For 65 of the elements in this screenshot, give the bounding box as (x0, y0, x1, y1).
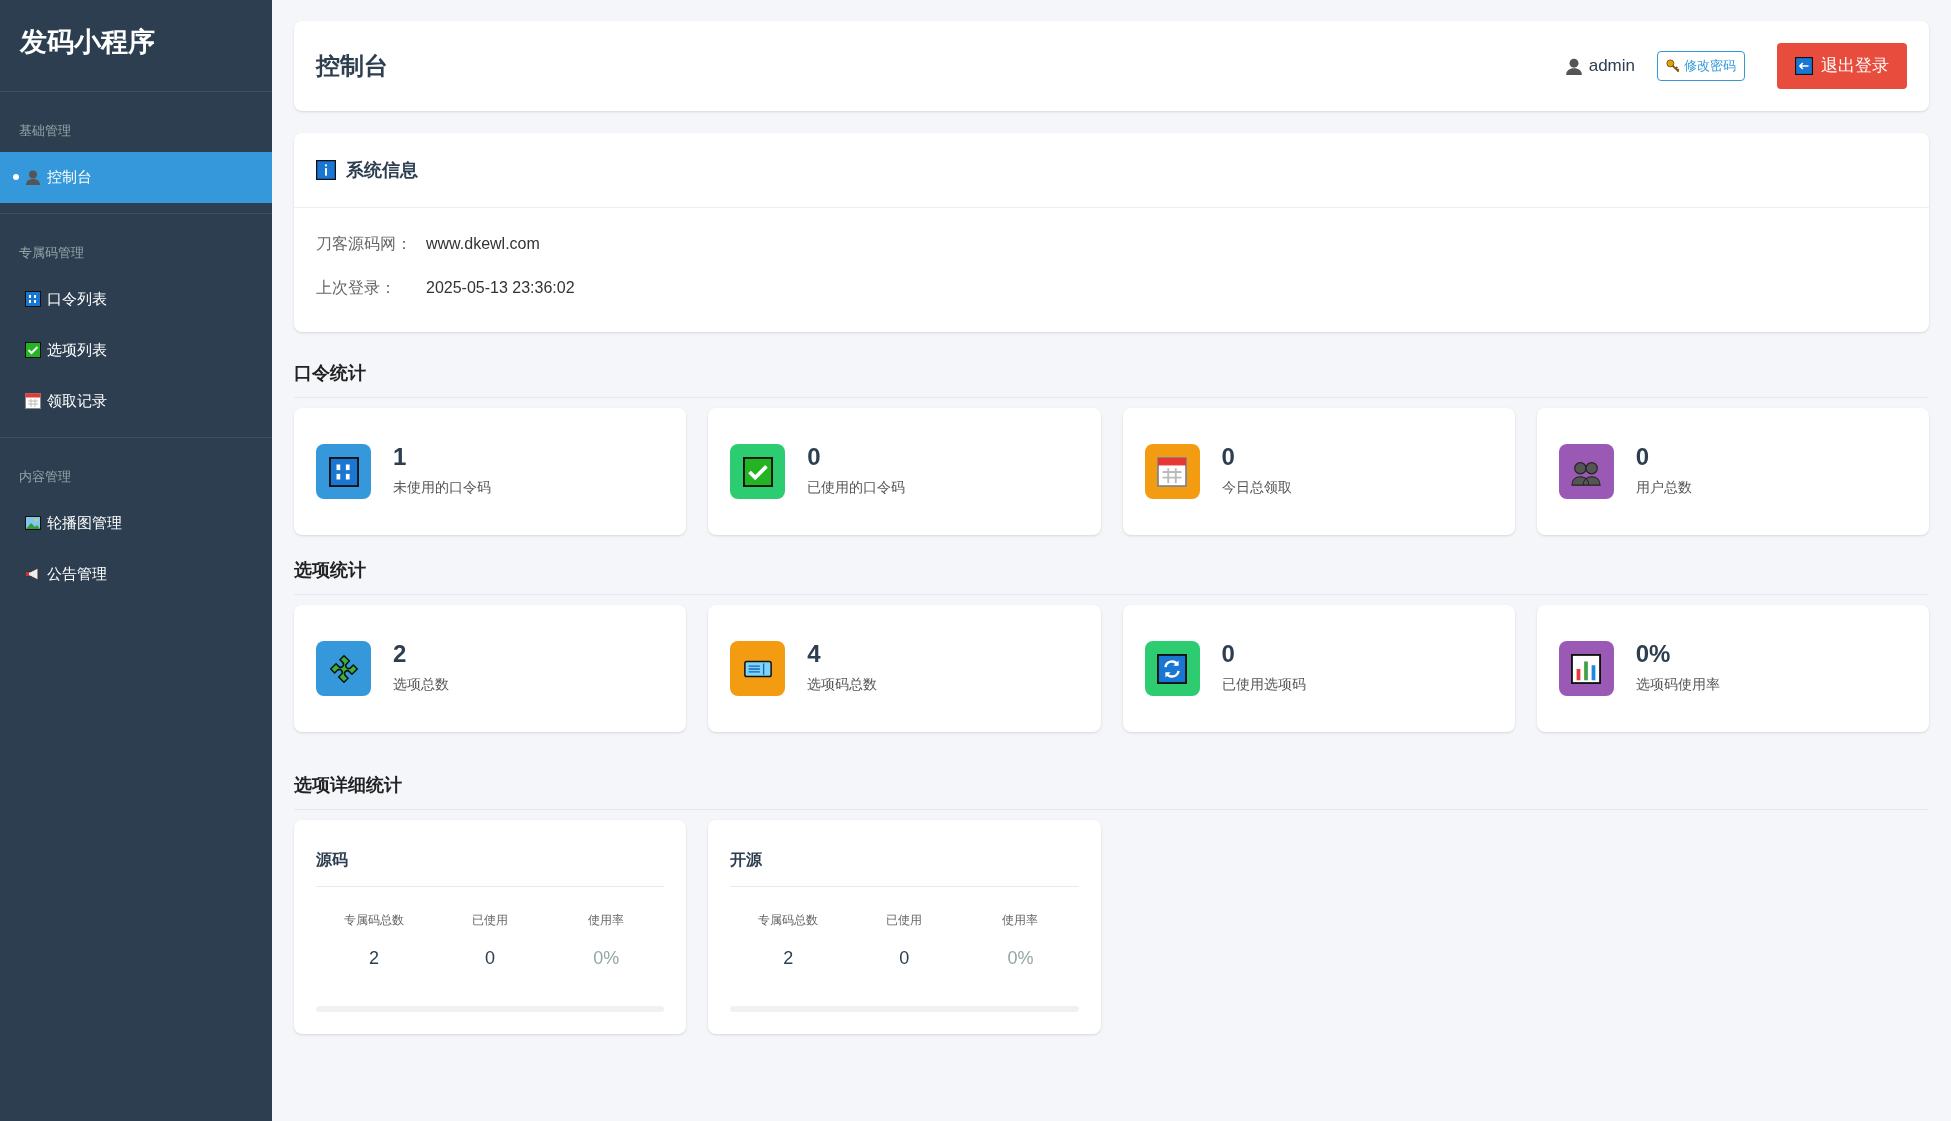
stat-label: 今日总领取 (1221, 478, 1292, 497)
page-title: 控制台 (316, 51, 389, 81)
stat-label: 选项码使用率 (1635, 675, 1720, 694)
group-label: 内容管理 (19, 468, 71, 484)
stat-value: 2 (393, 642, 408, 666)
column-label: 使用率 (1002, 913, 1039, 927)
stat-label: 已使用选项码 (1221, 675, 1306, 694)
bar-chart-icon (1571, 653, 1602, 684)
column-label: 专属码总数 (344, 913, 405, 927)
section-title: 选项统计 (294, 559, 367, 582)
logout-button[interactable]: 退出登录 (1777, 43, 1907, 89)
stat-label: 已使用的口令码 (807, 478, 906, 497)
nav-item[interactable]: 公告管理 (0, 548, 272, 600)
user-icon (1564, 57, 1583, 75)
section-title: 选项详细统计 (294, 774, 403, 797)
checkbox-icon (742, 456, 773, 487)
info-icon (316, 160, 336, 180)
stat-value: 0 (899, 948, 910, 968)
stat-value: 0 (1635, 445, 1651, 469)
stat-value: 0 (1221, 642, 1236, 666)
card-title: 源码 (316, 851, 348, 868)
info-value: www.dkewl.com (426, 234, 540, 254)
card-title: 系统信息 (346, 158, 418, 182)
nav-item[interactable]: 选项列表 (0, 324, 272, 376)
puzzle-piece-icon (328, 653, 359, 684)
stat-label: 用户总数 (1635, 478, 1692, 497)
info-label: 刀客源码网： (316, 235, 412, 252)
refresh-icon (1157, 653, 1187, 684)
checkbox-icon (25, 342, 41, 358)
stat-label: 选项码总数 (807, 675, 878, 694)
nav-item[interactable]: 口令列表 (0, 273, 272, 325)
key-icon (1666, 59, 1680, 73)
group-label: 专属码管理 (19, 244, 84, 260)
stat-value: 2 (369, 948, 380, 968)
app-title: 发码小程序 (20, 27, 155, 57)
stat-value: 2 (783, 948, 794, 968)
group-label: 基础管理 (19, 122, 71, 138)
calendar-icon (1157, 456, 1187, 487)
info-label: 上次登录： (316, 279, 396, 296)
username: admin (1588, 55, 1635, 78)
stat-value: 1 (393, 445, 408, 469)
stat-value: 0 (807, 445, 822, 469)
person-icon (25, 169, 41, 185)
column-label: 已使用 (472, 913, 509, 927)
stat-value: 0% (1007, 948, 1034, 968)
number-grid-icon (328, 456, 359, 487)
number-grid-icon (25, 291, 41, 307)
stat-value: 0 (485, 948, 496, 968)
nav-item[interactable]: 轮播图管理 (0, 497, 272, 549)
stat-value: 4 (807, 642, 822, 666)
section-title: 口令统计 (294, 362, 367, 385)
column-label: 已使用 (886, 913, 923, 927)
stat-value: 0% (593, 948, 620, 968)
picture-icon (25, 515, 41, 531)
column-label: 专属码总数 (758, 913, 819, 927)
megaphone-icon (25, 566, 41, 582)
nav-item[interactable]: 领取记录 (0, 375, 272, 427)
stat-value: 0% (1635, 642, 1672, 666)
stat-label: 未使用的口令码 (393, 478, 491, 497)
info-value: 2025-05-13 23:36:02 (426, 278, 575, 298)
stat-value: 0 (1221, 445, 1236, 469)
stat-label: 选项总数 (393, 675, 449, 694)
column-label: 使用率 (588, 913, 625, 927)
calendar-icon (25, 393, 41, 409)
card-title: 开源 (730, 851, 763, 868)
